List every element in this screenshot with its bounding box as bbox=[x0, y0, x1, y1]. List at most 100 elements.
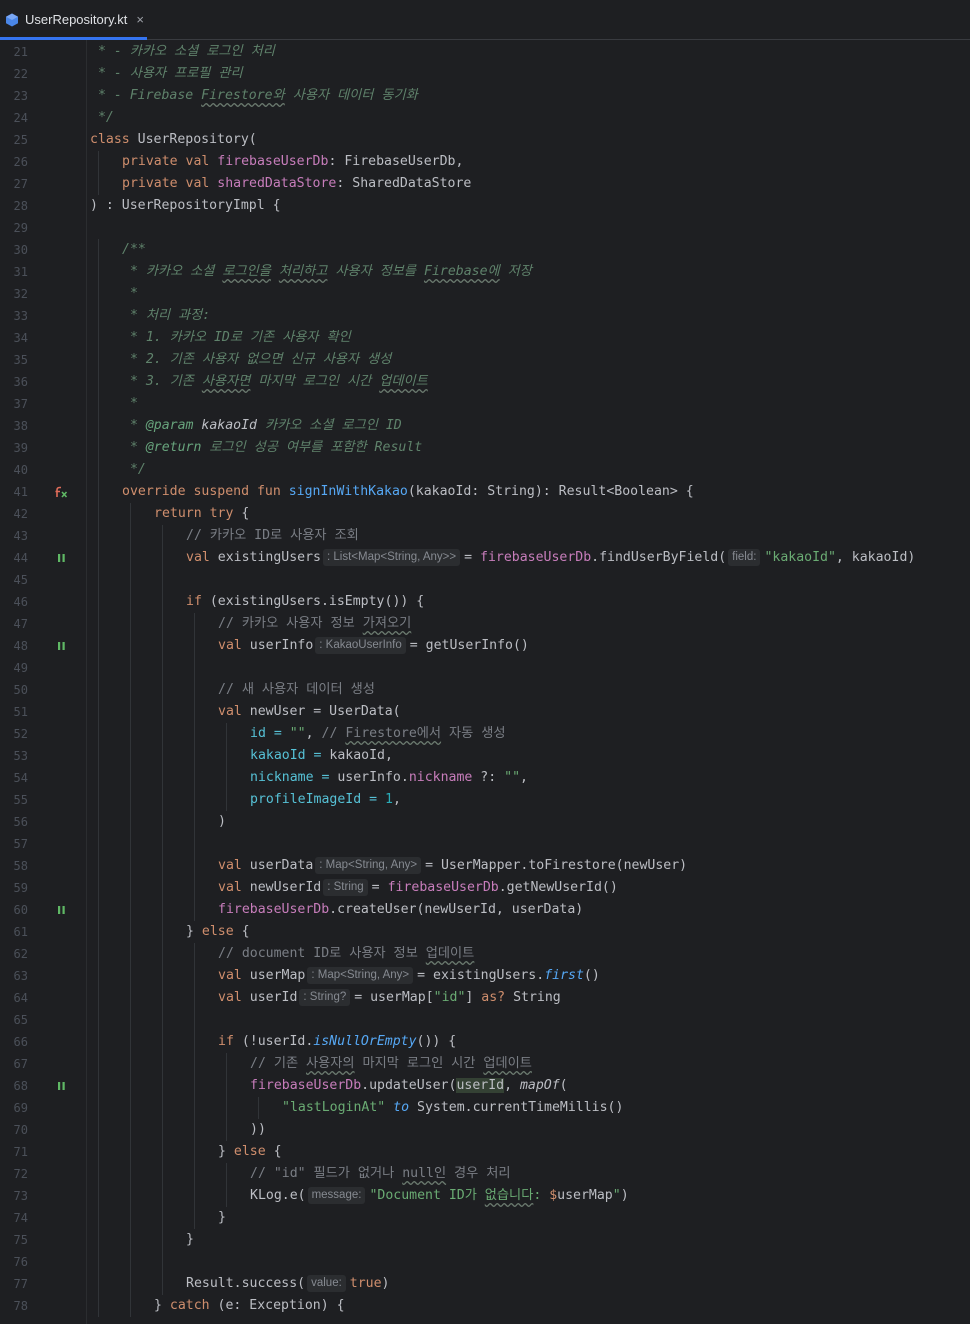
code-line[interactable]: 72 // "id" 필드가 없거나 null인 경우 처리 bbox=[0, 1163, 970, 1185]
code-line[interactable]: 47 // 카카오 사용자 정보 가져오기 bbox=[0, 613, 970, 635]
code-text: } bbox=[186, 1229, 194, 1251]
code-line[interactable]: 61} else { bbox=[0, 921, 970, 943]
code-line[interactable]: 46 if (existingUsers.isEmpty()) { bbox=[0, 591, 970, 613]
code-line[interactable]: 35 * 2. 기존 사용자 없으면 신규 사용자 생성 bbox=[0, 349, 970, 371]
close-icon[interactable]: × bbox=[136, 12, 144, 27]
code-line[interactable]: 43 // 카카오 ID로 사용자 조회 bbox=[0, 525, 970, 547]
code-line[interactable]: 31 * 카카오 소셜 로그인을 처리하고 사용자 정보를 Firebase에 … bbox=[0, 261, 970, 283]
indent-guide bbox=[98, 239, 99, 261]
suspend-call-icon[interactable] bbox=[54, 903, 68, 917]
code-line[interactable]: 54 nickname = userInfo.nickname ?: "", bbox=[0, 767, 970, 789]
code-token: if bbox=[186, 594, 210, 609]
code-text: firebaseUserDb.updateUser(userId, mapOf( bbox=[250, 1075, 568, 1097]
code-text: val newUserId: String = firebaseUserDb.ge… bbox=[218, 877, 618, 899]
code-token: existingUsers bbox=[217, 550, 321, 565]
code-token: id bbox=[250, 726, 266, 741]
code-line[interactable]: 33 * 처리 과정: bbox=[0, 305, 970, 327]
line-number: 67 bbox=[13, 1057, 28, 1071]
line-number: 45 bbox=[13, 573, 28, 587]
code-token: } bbox=[154, 1298, 170, 1313]
code-line[interactable]: 48 val userInfo: KakaoUserInfo = getUserIn… bbox=[0, 635, 970, 657]
code-text: Result.success(value: true) bbox=[186, 1273, 390, 1295]
code-line[interactable]: 32 * bbox=[0, 283, 970, 305]
indent-guide bbox=[98, 349, 99, 371]
code-editor[interactable]: 21 * - 카카오 소셜 로그인 처리 22 * - 사용자 프로필 관리 23 … bbox=[0, 40, 970, 1324]
code-line[interactable]: 75} bbox=[0, 1229, 970, 1251]
code-line[interactable]: 53 kakaoId = kakaoId, bbox=[0, 745, 970, 767]
code-line[interactable]: 39 * @return 로그인 성공 여부를 포함한 Result bbox=[0, 437, 970, 459]
code-line[interactable]: 51 val newUser = UserData( bbox=[0, 701, 970, 723]
code-line[interactable]: 28) : UserRepositoryImpl { bbox=[0, 195, 970, 217]
code-line[interactable]: 52 id = "", // Firestore에서 자동 생성 bbox=[0, 723, 970, 745]
code-line[interactable]: 56) bbox=[0, 811, 970, 833]
code-token: * - 사용자 프로필 관리 bbox=[90, 66, 243, 81]
indent-guide bbox=[130, 811, 131, 833]
code-line[interactable]: 65 bbox=[0, 1009, 970, 1031]
code-token: = bbox=[361, 792, 385, 807]
code-token: = bbox=[313, 770, 338, 785]
code-line[interactable]: 74} bbox=[0, 1207, 970, 1229]
code-line[interactable]: 57 bbox=[0, 833, 970, 855]
code-line[interactable]: 78} catch (e: Exception) { bbox=[0, 1295, 970, 1317]
indent-guide bbox=[162, 657, 163, 679]
code-line[interactable]: 64 val userId: String? = userMap["id"] as?… bbox=[0, 987, 970, 1009]
tab-user-repository[interactable]: UserRepository.kt × bbox=[0, 0, 147, 40]
code-line[interactable]: 71} else { bbox=[0, 1141, 970, 1163]
code-line[interactable]: 49 bbox=[0, 657, 970, 679]
code-line[interactable]: 77 Result.success(value: true) bbox=[0, 1273, 970, 1295]
code-line[interactable]: 30 /** bbox=[0, 239, 970, 261]
code-token: 자동 생성 bbox=[441, 726, 506, 741]
indent-guide bbox=[98, 305, 99, 327]
override-suspend-icon[interactable] bbox=[54, 485, 68, 499]
code-line[interactable]: 44 val existingUsers: List<Map<String, An… bbox=[0, 547, 970, 569]
indent-guide bbox=[98, 987, 99, 1009]
code-line[interactable]: 42 return try { bbox=[0, 503, 970, 525]
code-line[interactable]: 45 bbox=[0, 569, 970, 591]
code-token: $ bbox=[549, 1188, 558, 1203]
indent-guide bbox=[162, 1053, 163, 1075]
code-line[interactable]: 67 // 기존 사용자의 마지막 로그인 시간 업데이트 bbox=[0, 1053, 970, 1075]
indent-guide bbox=[162, 1207, 163, 1229]
code-line[interactable]: 27 private val sharedDataStore: SharedDat… bbox=[0, 173, 970, 195]
code-text: * bbox=[122, 393, 138, 415]
code-line[interactable]: 73 KLog.e(message: "Document ID가 없습니다: $us… bbox=[0, 1185, 970, 1207]
code-line[interactable]: 41 override suspend fun signInWithKakao(k… bbox=[0, 481, 970, 503]
code-line[interactable]: 68 firebaseUserDb.updateUser(userId, mapO… bbox=[0, 1075, 970, 1097]
code-text: if (existingUsers.isEmpty()) { bbox=[186, 591, 424, 613]
code-line[interactable]: 40 */ bbox=[0, 459, 970, 481]
code-line[interactable]: 70)) bbox=[0, 1119, 970, 1141]
code-line[interactable]: 34 * 1. 카카오 ID로 기존 사용자 확인 bbox=[0, 327, 970, 349]
code-line[interactable]: 62 // document ID로 사용자 정보 업데이트 bbox=[0, 943, 970, 965]
indent-guide bbox=[98, 1119, 99, 1141]
suspend-call-icon[interactable] bbox=[54, 639, 68, 653]
code-line[interactable]: 66 if (!userId.isNullOrEmpty()) { bbox=[0, 1031, 970, 1053]
code-line[interactable]: 60 firebaseUserDb.createUser(newUserId, u… bbox=[0, 899, 970, 921]
code-line[interactable]: 23 * - Firebase Firestore와 사용자 데이터 동기화 bbox=[0, 85, 970, 107]
code-line[interactable]: 59 val newUserId: String = firebaseUserDb.… bbox=[0, 877, 970, 899]
suspend-call-icon[interactable] bbox=[54, 1079, 68, 1093]
code-line[interactable]: 24 */ bbox=[0, 107, 970, 129]
code-line[interactable]: 21 * - 카카오 소셜 로그인 처리 bbox=[0, 41, 970, 63]
suspend-call-icon[interactable] bbox=[54, 551, 68, 565]
indent-guide bbox=[98, 899, 99, 921]
code-line[interactable]: 50 // 새 사용자 데이터 생성 bbox=[0, 679, 970, 701]
code-text: // "id" 필드가 없거나 null인 경우 처리 bbox=[250, 1163, 511, 1185]
code-line[interactable]: 38 * @param kakaoId 카카오 소셜 로그인 ID bbox=[0, 415, 970, 437]
code-line[interactable]: 37 * bbox=[0, 393, 970, 415]
code-line[interactable]: 58 val userData: Map<String, Any> = UserMa… bbox=[0, 855, 970, 877]
code-line[interactable]: 55 profileImageId = 1, bbox=[0, 789, 970, 811]
code-line[interactable]: 63 val userMap: Map<String, Any> = existin… bbox=[0, 965, 970, 987]
code-line[interactable]: 29 bbox=[0, 217, 970, 239]
code-line[interactable]: 26 private val firebaseUserDb: FirebaseUs… bbox=[0, 151, 970, 173]
indent-guide bbox=[162, 723, 163, 745]
code-token: Result.success( bbox=[186, 1276, 306, 1291]
indent-guide bbox=[98, 657, 99, 679]
code-line[interactable]: 76 bbox=[0, 1251, 970, 1273]
code-line[interactable]: 25 class UserRepository( bbox=[0, 129, 970, 151]
code-line[interactable]: 69 "lastLoginAt" to System.currentTimeMil… bbox=[0, 1097, 970, 1119]
indent-guide bbox=[194, 1053, 195, 1075]
code-line[interactable]: 36 * 3. 기존 사용자면 마지막 로그인 시간 업데이트 bbox=[0, 371, 970, 393]
code-token: class bbox=[90, 132, 138, 147]
code-line[interactable]: 22 * - 사용자 프로필 관리 bbox=[0, 63, 970, 85]
